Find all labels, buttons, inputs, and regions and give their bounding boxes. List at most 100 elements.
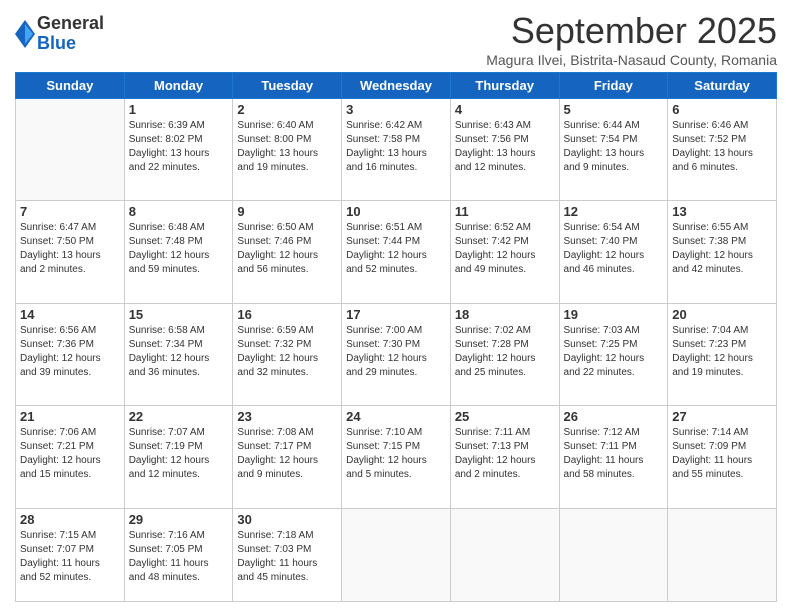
month-title: September 2025 bbox=[486, 10, 777, 52]
day-info: Sunrise: 6:54 AM Sunset: 7:40 PM Dayligh… bbox=[564, 221, 664, 277]
day-number: 27 bbox=[672, 409, 772, 424]
logo-icon bbox=[15, 20, 35, 48]
calendar-cell: 11 Sunrise: 6:52 AM Sunset: 7:42 PM Dayli… bbox=[450, 201, 559, 303]
page: General Blue September 2025 Magura Ilvei… bbox=[0, 0, 792, 612]
header: General Blue September 2025 Magura Ilvei… bbox=[15, 10, 777, 68]
day-number: 23 bbox=[237, 409, 337, 424]
calendar-cell: 12 Sunrise: 6:54 AM Sunset: 7:40 PM Dayli… bbox=[559, 201, 668, 303]
calendar-cell bbox=[450, 508, 559, 601]
day-info: Sunrise: 6:50 AM Sunset: 7:46 PM Dayligh… bbox=[237, 221, 337, 277]
day-info: Sunrise: 6:52 AM Sunset: 7:42 PM Dayligh… bbox=[455, 221, 555, 277]
calendar-cell: 14 Sunrise: 6:56 AM Sunset: 7:36 PM Dayli… bbox=[16, 303, 125, 405]
calendar-week-4: 21 Sunrise: 7:06 AM Sunset: 7:21 PM Dayli… bbox=[16, 406, 777, 508]
day-info: Sunrise: 7:07 AM Sunset: 7:19 PM Dayligh… bbox=[129, 426, 229, 482]
day-number: 30 bbox=[237, 512, 337, 527]
day-number: 8 bbox=[129, 204, 229, 219]
day-number: 7 bbox=[20, 204, 120, 219]
day-info: Sunrise: 6:40 AM Sunset: 8:00 PM Dayligh… bbox=[237, 119, 337, 175]
calendar-cell: 20 Sunrise: 7:04 AM Sunset: 7:23 PM Dayli… bbox=[668, 303, 777, 405]
title-section: September 2025 Magura Ilvei, Bistrita-Na… bbox=[486, 10, 777, 68]
calendar-cell: 5Sunrise: 6:44 AM Sunset: 7:54 PM Daylig… bbox=[559, 99, 668, 201]
calendar-cell: 17 Sunrise: 7:00 AM Sunset: 7:30 PM Dayli… bbox=[342, 303, 451, 405]
day-info: Sunrise: 6:42 AM Sunset: 7:58 PM Dayligh… bbox=[346, 119, 446, 175]
calendar-cell bbox=[342, 508, 451, 601]
day-number: 2 bbox=[237, 102, 337, 117]
calendar-week-5: 28 Sunrise: 7:15 AM Sunset: 7:07 PM Dayli… bbox=[16, 508, 777, 601]
day-info: Sunrise: 7:04 AM Sunset: 7:23 PM Dayligh… bbox=[672, 324, 772, 380]
day-number: 16 bbox=[237, 307, 337, 322]
day-number: 28 bbox=[20, 512, 120, 527]
calendar-week-2: 7 Sunrise: 6:47 AM Sunset: 7:50 PM Daylig… bbox=[16, 201, 777, 303]
calendar-cell: 15 Sunrise: 6:58 AM Sunset: 7:34 PM Dayli… bbox=[124, 303, 233, 405]
day-number: 18 bbox=[455, 307, 555, 322]
day-info: Sunrise: 6:58 AM Sunset: 7:34 PM Dayligh… bbox=[129, 324, 229, 380]
day-info: Sunrise: 7:08 AM Sunset: 7:17 PM Dayligh… bbox=[237, 426, 337, 482]
calendar-week-1: 1 Sunrise: 6:39 AM Sunset: 8:02 PM Daylig… bbox=[16, 99, 777, 201]
day-number: 14 bbox=[20, 307, 120, 322]
day-info: Sunrise: 6:39 AM Sunset: 8:02 PM Dayligh… bbox=[129, 119, 229, 175]
day-number: 15 bbox=[129, 307, 229, 322]
day-info: Sunrise: 7:06 AM Sunset: 7:21 PM Dayligh… bbox=[20, 426, 120, 482]
day-number: 21 bbox=[20, 409, 120, 424]
day-number: 11 bbox=[455, 204, 555, 219]
calendar-cell: 9 Sunrise: 6:50 AM Sunset: 7:46 PM Daylig… bbox=[233, 201, 342, 303]
day-info: Sunrise: 6:51 AM Sunset: 7:44 PM Dayligh… bbox=[346, 221, 446, 277]
calendar-cell: 21 Sunrise: 7:06 AM Sunset: 7:21 PM Dayli… bbox=[16, 406, 125, 508]
logo-blue: Blue bbox=[37, 34, 104, 54]
day-info: Sunrise: 6:56 AM Sunset: 7:36 PM Dayligh… bbox=[20, 324, 120, 380]
day-number: 25 bbox=[455, 409, 555, 424]
calendar-cell: 29 Sunrise: 7:16 AM Sunset: 7:05 PM Dayli… bbox=[124, 508, 233, 601]
day-number: 1 bbox=[129, 102, 229, 117]
day-header-sunday: Sunday bbox=[16, 73, 125, 99]
day-header-tuesday: Tuesday bbox=[233, 73, 342, 99]
calendar-cell: 6 Sunrise: 6:46 AM Sunset: 7:52 PM Daylig… bbox=[668, 99, 777, 201]
calendar-cell: 8Sunrise: 6:48 AM Sunset: 7:48 PM Daylig… bbox=[124, 201, 233, 303]
day-number: 9 bbox=[237, 204, 337, 219]
day-info: Sunrise: 6:47 AM Sunset: 7:50 PM Dayligh… bbox=[20, 221, 120, 277]
day-header-friday: Friday bbox=[559, 73, 668, 99]
calendar-cell: 25 Sunrise: 7:11 AM Sunset: 7:13 PM Dayli… bbox=[450, 406, 559, 508]
day-number: 13 bbox=[672, 204, 772, 219]
logo: General Blue bbox=[15, 14, 104, 54]
day-info: Sunrise: 7:00 AM Sunset: 7:30 PM Dayligh… bbox=[346, 324, 446, 380]
day-info: Sunrise: 6:59 AM Sunset: 7:32 PM Dayligh… bbox=[237, 324, 337, 380]
calendar-cell: 30 Sunrise: 7:18 AM Sunset: 7:03 PM Dayli… bbox=[233, 508, 342, 601]
calendar-cell: 23 Sunrise: 7:08 AM Sunset: 7:17 PM Dayli… bbox=[233, 406, 342, 508]
day-header-monday: Monday bbox=[124, 73, 233, 99]
calendar-cell: 22 Sunrise: 7:07 AM Sunset: 7:19 PM Dayli… bbox=[124, 406, 233, 508]
day-number: 12 bbox=[564, 204, 664, 219]
calendar-cell: 4Sunrise: 6:43 AM Sunset: 7:56 PM Daylig… bbox=[450, 99, 559, 201]
day-info: Sunrise: 7:10 AM Sunset: 7:15 PM Dayligh… bbox=[346, 426, 446, 482]
calendar-cell: 1 Sunrise: 6:39 AM Sunset: 8:02 PM Daylig… bbox=[124, 99, 233, 201]
calendar-cell: 27Sunrise: 7:14 AM Sunset: 7:09 PM Dayli… bbox=[668, 406, 777, 508]
calendar-cell: 16 Sunrise: 6:59 AM Sunset: 7:32 PM Dayli… bbox=[233, 303, 342, 405]
day-number: 20 bbox=[672, 307, 772, 322]
day-number: 22 bbox=[129, 409, 229, 424]
day-number: 6 bbox=[672, 102, 772, 117]
day-header-saturday: Saturday bbox=[668, 73, 777, 99]
calendar-cell: 28 Sunrise: 7:15 AM Sunset: 7:07 PM Dayli… bbox=[16, 508, 125, 601]
logo-text: General Blue bbox=[37, 14, 104, 54]
day-info: Sunrise: 7:18 AM Sunset: 7:03 PM Dayligh… bbox=[237, 529, 337, 585]
day-number: 24 bbox=[346, 409, 446, 424]
day-info: Sunrise: 7:16 AM Sunset: 7:05 PM Dayligh… bbox=[129, 529, 229, 585]
day-info: Sunrise: 7:15 AM Sunset: 7:07 PM Dayligh… bbox=[20, 529, 120, 585]
day-number: 4 bbox=[455, 102, 555, 117]
calendar-cell: 24 Sunrise: 7:10 AM Sunset: 7:15 PM Dayli… bbox=[342, 406, 451, 508]
logo-general: General bbox=[37, 14, 104, 34]
calendar-cell: 13Sunrise: 6:55 AM Sunset: 7:38 PM Dayli… bbox=[668, 201, 777, 303]
calendar-cell: 7 Sunrise: 6:47 AM Sunset: 7:50 PM Daylig… bbox=[16, 201, 125, 303]
day-number: 29 bbox=[129, 512, 229, 527]
location-subtitle: Magura Ilvei, Bistrita-Nasaud County, Ro… bbox=[486, 52, 777, 68]
day-info: Sunrise: 6:46 AM Sunset: 7:52 PM Dayligh… bbox=[672, 119, 772, 175]
day-info: Sunrise: 7:11 AM Sunset: 7:13 PM Dayligh… bbox=[455, 426, 555, 482]
day-info: Sunrise: 6:44 AM Sunset: 7:54 PM Dayligh… bbox=[564, 119, 664, 175]
calendar-cell bbox=[668, 508, 777, 601]
day-number: 17 bbox=[346, 307, 446, 322]
day-info: Sunrise: 7:12 AM Sunset: 7:11 PM Dayligh… bbox=[564, 426, 664, 482]
calendar-week-3: 14 Sunrise: 6:56 AM Sunset: 7:36 PM Dayli… bbox=[16, 303, 777, 405]
calendar-table: SundayMondayTuesdayWednesdayThursdayFrid… bbox=[15, 72, 777, 602]
calendar-cell: 26 Sunrise: 7:12 AM Sunset: 7:11 PM Dayli… bbox=[559, 406, 668, 508]
day-number: 26 bbox=[564, 409, 664, 424]
calendar-header-row: SundayMondayTuesdayWednesdayThursdayFrid… bbox=[16, 73, 777, 99]
